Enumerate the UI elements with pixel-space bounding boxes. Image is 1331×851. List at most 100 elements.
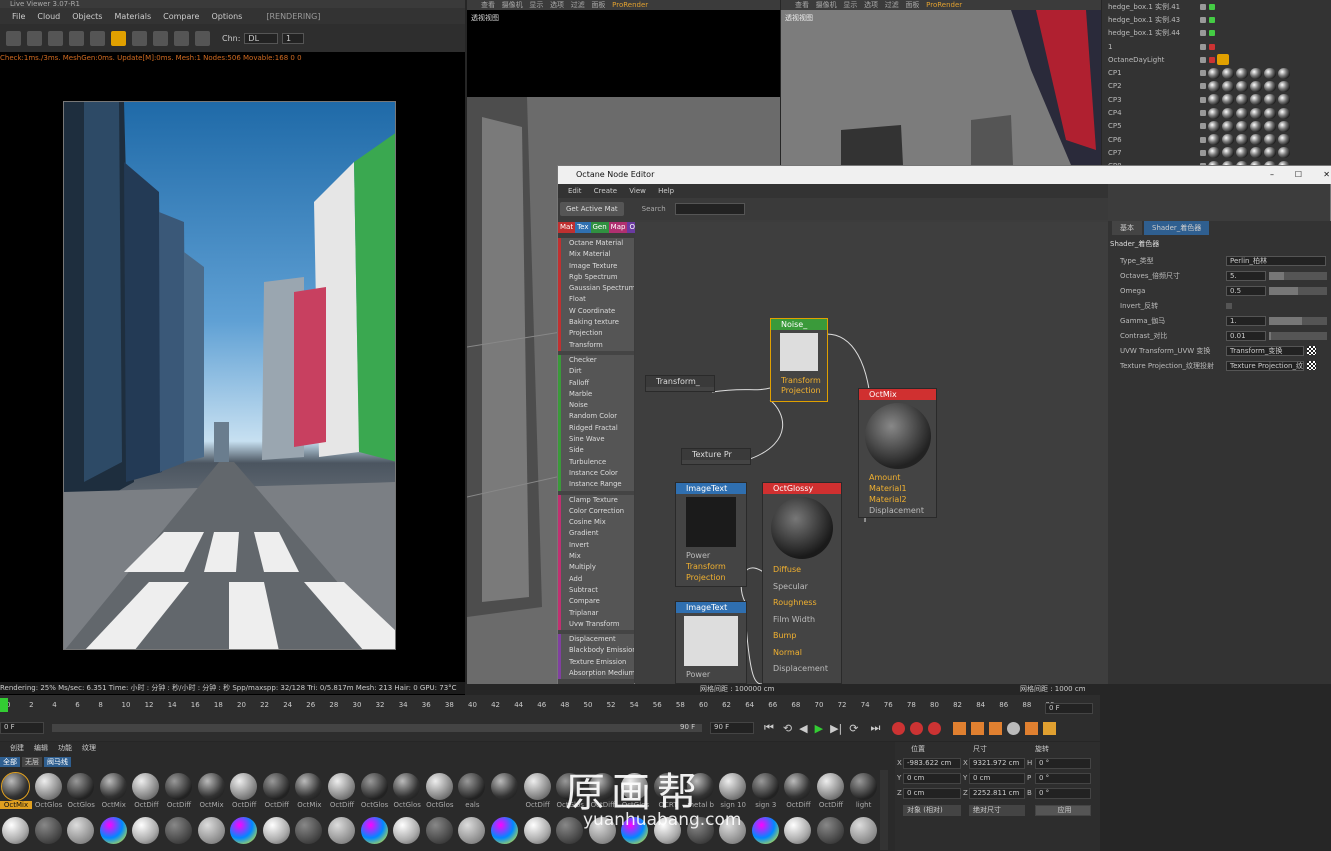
filter-layer[interactable]: 阀马线 [44, 757, 71, 767]
material-swatch[interactable] [34, 773, 62, 800]
node-list-item[interactable]: Invert [558, 539, 634, 552]
material-swatch[interactable] [2, 817, 29, 844]
material-scrollbar[interactable] [880, 770, 888, 850]
loop-forward-icon[interactable]: ⟳ [849, 722, 858, 735]
timeline-ruler[interactable]: 0 2 4 6 8 10 12 14 16 18 20 22 24 26 28 30 32 34 36 38 40 42 4… [0, 700, 1100, 714]
node-list-item[interactable]: Cosine Mix [558, 517, 634, 529]
pin-icon[interactable] [195, 30, 210, 46]
vp2-menu-panel[interactable]: 面板 [905, 1, 919, 9]
material-swatch[interactable] [784, 817, 812, 844]
category-tab-tex[interactable]: Tex [575, 222, 591, 233]
octaves-slider[interactable] [1269, 271, 1327, 280]
size-x-field[interactable]: 9321.972 cm [969, 758, 1025, 769]
node-list-item[interactable]: Transform [558, 339, 634, 351]
rotation-h-field[interactable]: 0 ° [1035, 758, 1091, 769]
menu-options[interactable]: Options [211, 12, 242, 21]
node-list-item[interactable]: Falloff [558, 377, 634, 389]
octglossy-node[interactable]: OctGlossy Diffuse Specular Roughness Fil… [762, 482, 842, 684]
material-swatch[interactable] [165, 773, 192, 800]
vp-menu-view[interactable]: 查看 [481, 1, 495, 9]
imagetexture-1-port-transform[interactable]: Transform [676, 561, 746, 572]
material-swatch[interactable] [67, 773, 95, 800]
pick-icon[interactable] [153, 30, 168, 46]
imagetexture-node-2[interactable]: ImageText Power [675, 601, 747, 684]
category-tab-map[interactable]: Map [608, 222, 628, 233]
material-swatch[interactable] [425, 773, 453, 800]
octglossy-port-displacement[interactable]: Displacement [763, 661, 841, 678]
node-list-item[interactable]: Ridged Fractal [558, 422, 634, 435]
material-swatch[interactable] [34, 817, 62, 844]
material-swatch[interactable] [425, 817, 453, 844]
material-swatch[interactable] [360, 817, 388, 844]
node-list-item[interactable]: Uvw Transform [558, 618, 634, 631]
menu-create[interactable]: Create [594, 187, 617, 195]
node-list-item[interactable]: Checker [558, 354, 634, 367]
category-tab-gen[interactable]: Gen [590, 222, 609, 233]
get-active-mat-button[interactable]: Get Active Mat [560, 202, 624, 216]
rotate-key-icon[interactable] [989, 721, 1003, 735]
material-swatch[interactable] [719, 773, 747, 800]
material-swatch[interactable] [393, 773, 421, 800]
gamma-slider[interactable] [1269, 316, 1327, 325]
coordinate-mode-select[interactable]: 对象 (相对) [903, 805, 961, 816]
attr-contrast[interactable]: Contrast_对比 0.01 [1108, 328, 1331, 343]
restart-icon[interactable] [27, 30, 42, 46]
menu-view[interactable]: View [629, 187, 646, 195]
tab-basic[interactable]: 基本 [1112, 221, 1142, 235]
object-row[interactable]: OctaneDayLight [1102, 53, 1331, 66]
node-list-item[interactable]: Baking texture [558, 317, 634, 329]
material-swatch[interactable] [360, 773, 388, 800]
keyframe-help-icon[interactable] [928, 721, 942, 735]
material-swatch[interactable] [328, 773, 355, 800]
object-row[interactable]: CP5 [1102, 120, 1331, 133]
material-swatch[interactable] [262, 773, 290, 800]
move-key-icon[interactable] [953, 721, 967, 735]
material-swatch[interactable] [99, 817, 127, 844]
material-swatch[interactable] [393, 817, 421, 844]
attr-octaves[interactable]: Octaves_倍频尺寸 5. [1108, 268, 1331, 283]
node-list-item[interactable]: Instance Color [558, 467, 634, 480]
object-row[interactable]: CP4 [1102, 106, 1331, 119]
start-frame-field[interactable]: 0 F [0, 722, 44, 734]
position-z-field[interactable]: 0 cm [903, 788, 961, 799]
node-list-item[interactable]: Clamp Texture [558, 494, 634, 506]
vp-menu-display[interactable]: 显示 [529, 1, 543, 9]
checker-icon[interactable] [1307, 346, 1316, 355]
object-row[interactable]: hedge_box.1 实例.44 [1102, 27, 1331, 40]
texture-projection-node[interactable]: Texture Pr [681, 448, 751, 465]
node-list-item[interactable]: Marble [558, 388, 634, 401]
material-swatch[interactable] [491, 773, 518, 800]
node-list-item[interactable]: Color Correction [558, 505, 634, 518]
material-swatch[interactable] [458, 817, 486, 844]
material-swatch[interactable] [99, 773, 127, 800]
node-list-item[interactable]: Blackbody Emission [558, 645, 634, 657]
node-list-item[interactable]: Random Color [558, 411, 634, 423]
material-swatch[interactable] [491, 817, 518, 844]
menu-file[interactable]: File [12, 12, 25, 21]
material-swatch[interactable] [523, 773, 551, 800]
attr-gamma[interactable]: Gamma_伽马 1. [1108, 313, 1331, 328]
material-swatch[interactable] [556, 817, 584, 844]
menu-objects[interactable]: Objects [72, 12, 102, 21]
octglossy-port-diffuse[interactable]: Diffuse [763, 562, 841, 579]
node-list-item[interactable]: W Coordinate [558, 305, 634, 318]
material-swatch[interactable] [751, 773, 779, 800]
node-list-item[interactable]: Displacement [558, 634, 634, 646]
node-list-item[interactable]: Image Texture [558, 260, 634, 272]
noise-port-projection[interactable]: Projection [771, 384, 827, 397]
material-swatch[interactable] [165, 817, 192, 844]
object-row[interactable]: CP6 [1102, 133, 1331, 146]
imagetexture-2-port-power[interactable]: Power [676, 669, 746, 680]
channel-number[interactable]: 1 [282, 32, 305, 44]
end-frame-field[interactable]: 90 F [710, 722, 754, 734]
material-icon[interactable] [132, 30, 147, 46]
lock-icon[interactable] [111, 30, 126, 46]
octmix-port-displacement[interactable]: Displacement [859, 505, 936, 516]
material-swatch[interactable] [230, 817, 258, 844]
node-list-item[interactable]: Octane Material [558, 238, 634, 250]
node-list-item[interactable]: Subtract [558, 584, 634, 597]
octmix-port-amount[interactable]: Amount [859, 472, 936, 483]
goto-end-icon[interactable]: ⏭ [870, 721, 880, 735]
octglossy-port-normal[interactable]: Normal [763, 645, 841, 662]
material-swatch[interactable] [817, 773, 844, 800]
